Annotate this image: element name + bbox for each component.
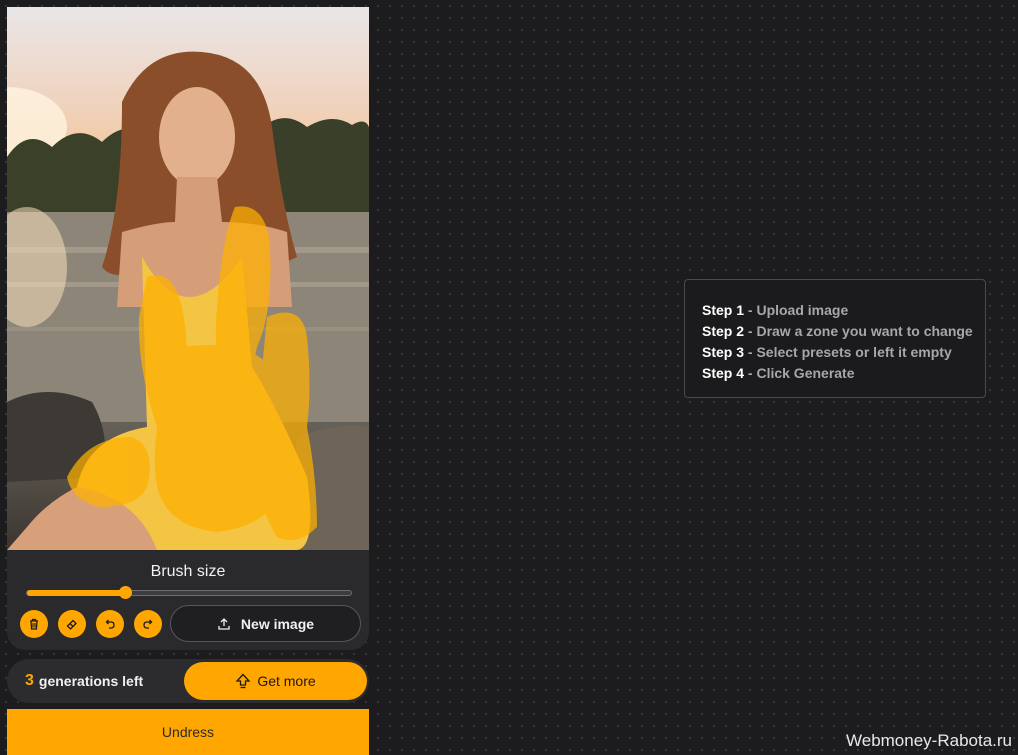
step-label: Step 3 <box>702 344 745 360</box>
generations-count: 3 <box>25 672 34 689</box>
step-label: Step 2 <box>702 323 745 339</box>
brush-size-label: Brush size <box>150 563 226 580</box>
undo-icon <box>105 619 115 629</box>
redo-icon <box>143 619 153 629</box>
step-2: Step 2 - Draw a zone you want to change <box>702 321 985 342</box>
step-desc: - Select presets or left it empty <box>744 344 952 360</box>
trash-icon <box>30 618 38 630</box>
step-desc: - Draw a zone you want to change <box>744 323 973 339</box>
upload-icon <box>218 617 230 630</box>
image-canvas[interactable] <box>7 7 369 550</box>
editor-panel: Brush size New image 3 generations left … <box>7 7 369 755</box>
brush-controls: Brush size New image <box>7 550 369 650</box>
step-3: Step 3 - Select presets or left it empty <box>702 342 985 363</box>
get-more-button[interactable]: Get more <box>184 662 367 700</box>
generations-label: generations left <box>38 673 144 689</box>
generations-left: 3 generations left <box>25 659 185 703</box>
delete-button[interactable] <box>20 610 48 638</box>
watermark: Webmoney-Rabota.ru <box>846 731 1012 750</box>
step-1: Step 1 - Upload image <box>702 300 985 321</box>
step-4: Step 4 - Click Generate <box>702 363 985 384</box>
brush-size-slider[interactable] <box>26 586 352 599</box>
get-more-label: Get more <box>257 673 316 689</box>
eraser-button[interactable] <box>58 610 86 638</box>
step-desc: - Click Generate <box>744 365 855 381</box>
generations-bar: 3 generations left Get more <box>7 659 369 703</box>
new-image-button[interactable]: New image <box>170 605 361 642</box>
new-image-label: New image <box>240 615 315 632</box>
undress-button[interactable]: Undress <box>7 709 369 755</box>
undo-button[interactable] <box>96 610 124 638</box>
step-desc: - Upload image <box>744 302 849 318</box>
redo-button[interactable] <box>134 610 162 638</box>
step-label: Step 4 <box>702 365 745 381</box>
upgrade-icon <box>235 673 251 689</box>
photo-illustration <box>7 51 369 550</box>
slider-thumb[interactable] <box>118 586 132 599</box>
instructions-box: Step 1 - Upload image Step 2 - Draw a zo… <box>684 279 986 398</box>
eraser-icon <box>66 619 77 630</box>
step-label: Step 1 <box>702 302 745 318</box>
slider-fill <box>27 590 125 596</box>
